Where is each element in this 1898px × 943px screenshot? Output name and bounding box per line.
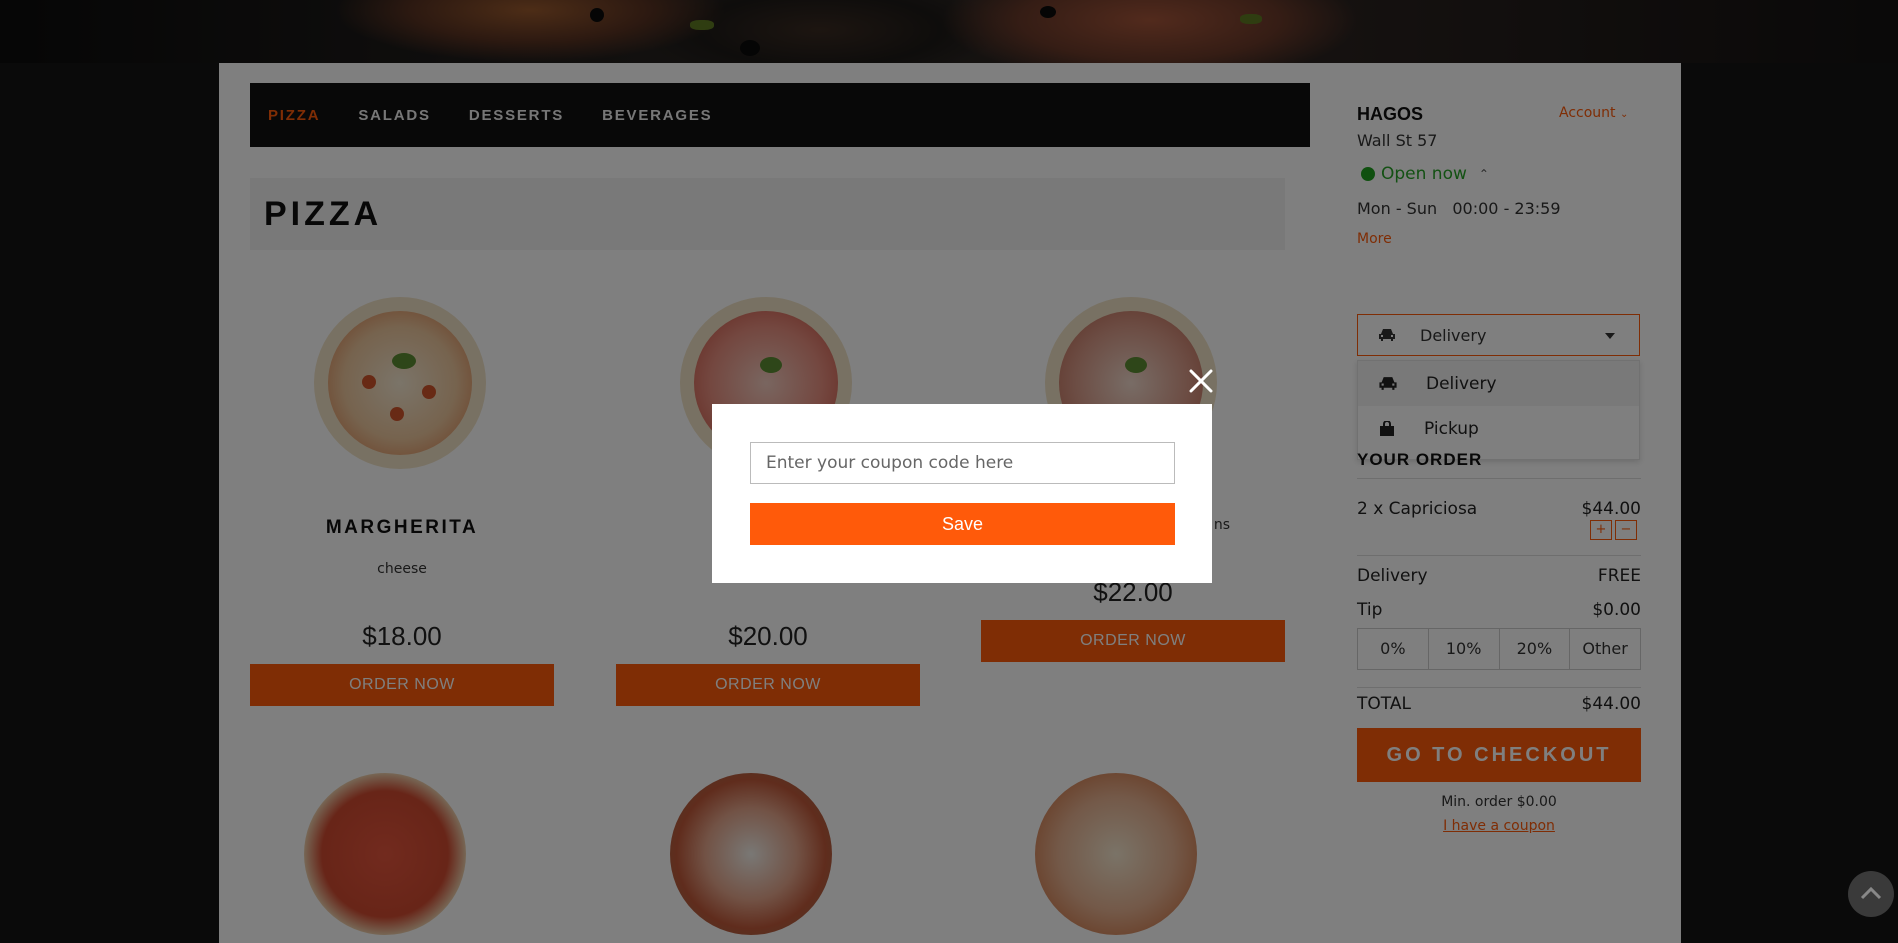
coupon-code-input[interactable] — [750, 442, 1175, 484]
save-coupon-button[interactable]: Save — [750, 503, 1175, 545]
scroll-to-top-button[interactable] — [1848, 871, 1894, 917]
coupon-modal: Save — [712, 404, 1212, 583]
chevron-up-icon — [1860, 886, 1882, 900]
close-icon[interactable] — [1186, 366, 1216, 396]
